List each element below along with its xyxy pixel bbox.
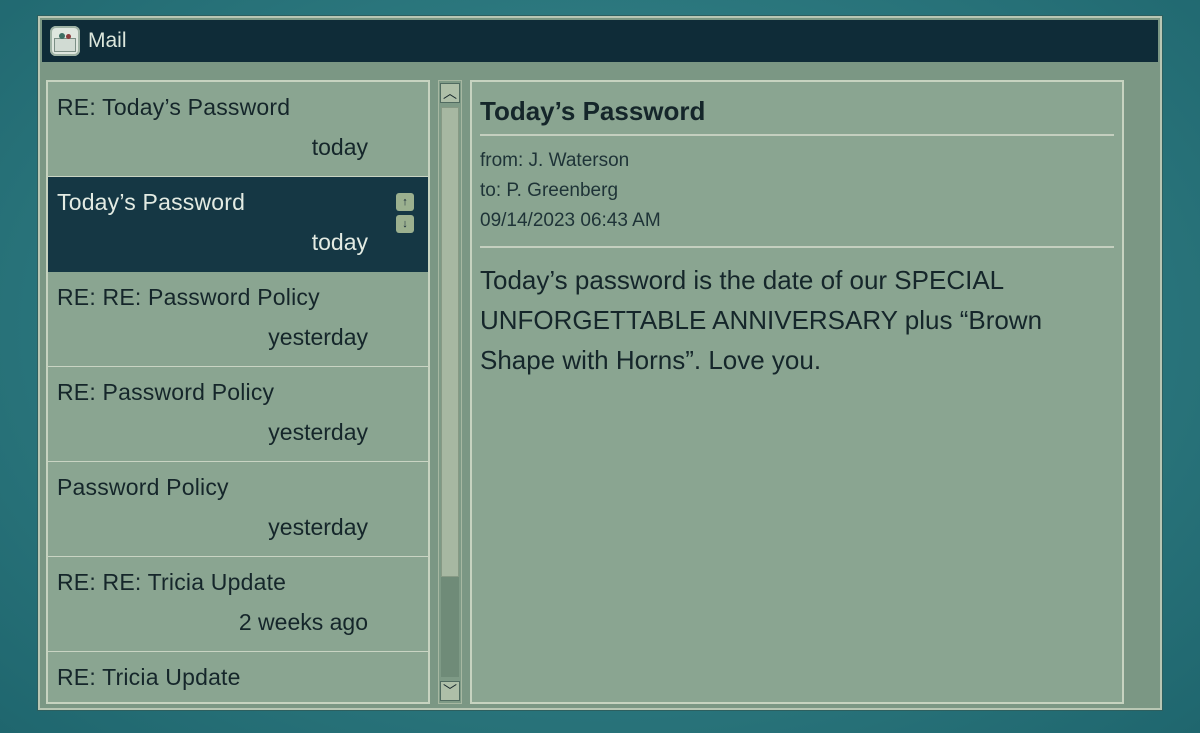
message-date: yesterday <box>268 419 368 445</box>
message-subject: RE: Tricia Update <box>57 664 241 690</box>
message-reader: Today’s Password from: J. Waterson to: P… <box>470 80 1124 704</box>
message-item[interactable]: RE: RE: Tricia Update 2 weeks ago <box>48 557 428 652</box>
scroll-thumb[interactable] <box>441 107 459 577</box>
mail-envelope-icon <box>50 26 80 56</box>
timestamp: 09/14/2023 06:43 AM <box>480 210 661 231</box>
scroll-down-chevron-icon[interactable]: ﹀ <box>440 681 460 701</box>
move-up-arrow-icon[interactable]: ↑ <box>396 193 414 211</box>
title-bar[interactable]: Mail <box>42 20 1158 62</box>
message-item[interactable]: RE: Password Policy yesterday <box>48 367 428 462</box>
message-item[interactable]: RE: Today’s Password today <box>48 82 428 177</box>
message-item[interactable]: RE: Tricia Update <box>48 652 428 702</box>
to-line: to: P. Greenberg <box>480 180 619 201</box>
message-item[interactable]: RE: RE: Password Policy yesterday <box>48 272 428 367</box>
reorder-controls: ↑ ↓ <box>396 193 414 237</box>
divider <box>480 246 1114 248</box>
message-subject: RE: RE: Password Policy <box>57 284 320 310</box>
window-title: Mail <box>88 29 127 52</box>
message-subject: RE: RE: Tricia Update <box>57 569 287 595</box>
move-down-arrow-icon[interactable]: ↓ <box>396 215 414 233</box>
message-subject: RE: Today’s Password <box>57 94 291 120</box>
message-date: 2 weeks ago <box>238 609 368 635</box>
message-subject: Today’s Password <box>57 189 246 215</box>
message-date: yesterday <box>268 324 368 350</box>
scroll-up-chevron-icon[interactable]: ︿ <box>440 83 460 103</box>
message-date: yesterday <box>268 514 368 540</box>
message-body: Today’s password is the date of our SPEC… <box>480 265 1043 375</box>
message-item[interactable]: Password Policy yesterday <box>48 462 428 557</box>
message-title: Today’s Password <box>480 96 706 126</box>
message-list: RE: Today’s Password today Today’s Passw… <box>46 80 430 704</box>
from-line: from: J. Waterson <box>480 150 630 171</box>
mail-window: Mail RE: Today’s Password today Today’s … <box>38 16 1162 710</box>
message-subject: RE: Password Policy <box>57 379 275 405</box>
divider <box>480 134 1114 136</box>
message-item-selected[interactable]: Today’s Password today ↑ ↓ <box>48 177 428 272</box>
message-subject: Password Policy <box>57 474 229 500</box>
scroll-track[interactable] <box>441 107 459 677</box>
message-date: today <box>311 229 368 255</box>
message-date: today <box>311 134 368 160</box>
message-list-scrollbar[interactable]: ︿ ﹀ <box>438 80 462 704</box>
